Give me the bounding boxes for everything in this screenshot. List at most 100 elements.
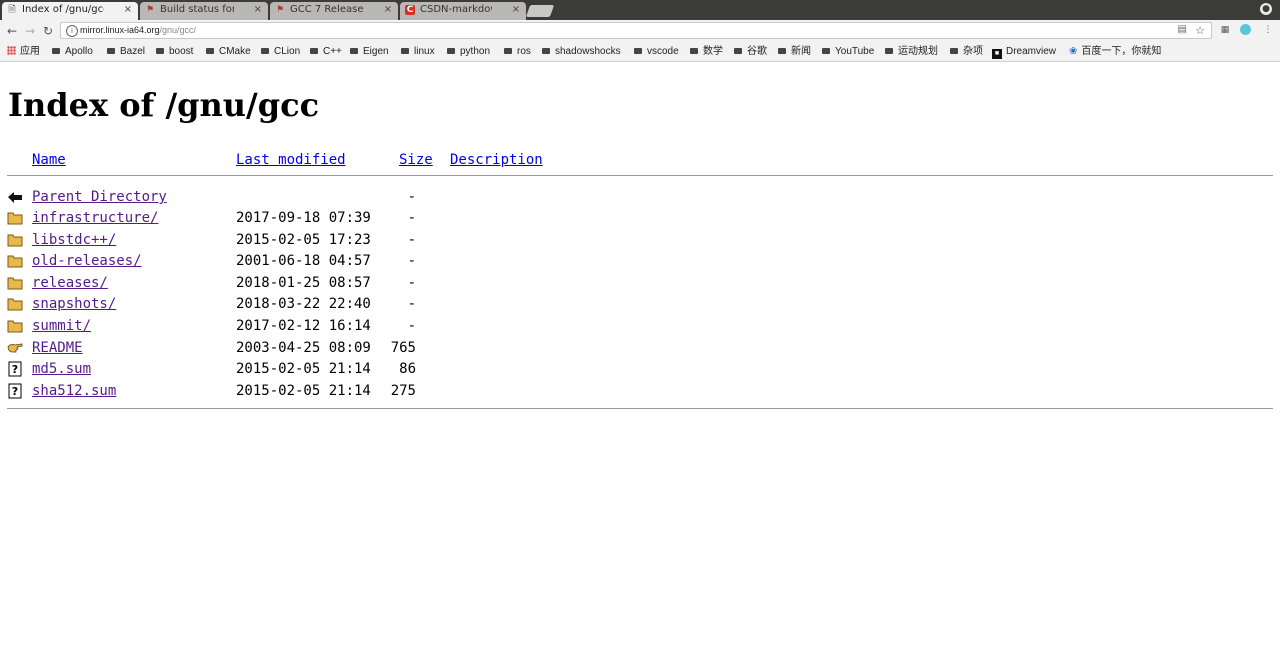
entry-link[interactable]: releases/	[32, 273, 108, 294]
entry-link[interactable]: sha512.sum	[32, 381, 116, 402]
back-icon[interactable]: ←	[4, 23, 20, 39]
tab-index[interactable]: 🗎 Index of /gnu/gcc ×	[2, 2, 138, 20]
folder-icon	[542, 48, 550, 54]
tab-title: Index of /gnu/gcc	[22, 4, 104, 15]
bookmark-boost[interactable]: boost	[156, 45, 193, 58]
profile-icon[interactable]: ●	[1260, 3, 1272, 15]
last-modified: 2001-06-18 04:57	[236, 253, 371, 269]
last-modified: 2018-01-25 08:57	[236, 275, 371, 291]
menu-icon[interactable]: ⋮	[1262, 24, 1274, 36]
bookmark-ros[interactable]: ros	[504, 45, 531, 58]
translate-icon[interactable]: ▤	[1178, 24, 1187, 35]
bookmark-math[interactable]: 数学	[690, 45, 723, 58]
tab-gcc7[interactable]: ⚑ GCC 7 Release Serie ×	[270, 2, 398, 20]
bookmark-apollo[interactable]: Apollo	[52, 45, 93, 58]
bookmark-eigen[interactable]: Eigen	[350, 45, 389, 58]
sort-by-description-link[interactable]: Description	[450, 152, 543, 168]
entry-link[interactable]: README	[32, 338, 83, 359]
entry-link[interactable]: infrastructure/	[32, 208, 158, 229]
gnu-icon: ⚑	[145, 5, 155, 15]
bookmark-bazel[interactable]: Bazel	[107, 45, 145, 58]
new-tab-button[interactable]	[525, 5, 555, 17]
close-icon[interactable]: ×	[512, 2, 520, 18]
close-icon[interactable]: ×	[124, 2, 132, 18]
last-modified: 2018-03-22 22:40	[236, 296, 371, 312]
folder-icon	[310, 48, 318, 54]
bookmark-cmake[interactable]: CMake	[206, 45, 251, 58]
gnu-icon: ⚑	[275, 5, 285, 15]
tab-build-status[interactable]: ⚑ Build status for GC ×	[140, 2, 268, 20]
sort-by-size-link[interactable]: Size	[399, 152, 433, 168]
tab-strip: 🗎 Index of /gnu/gcc × ⚑ Build status for…	[0, 0, 1280, 20]
file-size: 86	[399, 361, 416, 377]
tab-csdn[interactable]: C CSDN-markdown编 ×	[400, 2, 526, 20]
list-item: Parent Directory -	[7, 187, 1273, 208]
file-size: 275	[390, 383, 416, 399]
file-size: -	[407, 210, 416, 226]
bookmark-linux[interactable]: linux	[401, 45, 435, 58]
close-icon[interactable]: ×	[384, 2, 392, 18]
unknown-file-icon: ?	[8, 383, 22, 399]
close-icon[interactable]: ×	[254, 2, 262, 18]
tab-title: CSDN-markdown编	[420, 4, 492, 15]
list-item: releases/ 2018-01-25 08:57 -	[7, 273, 1273, 294]
divider-bottom	[7, 408, 1273, 409]
entry-link[interactable]: old-releases/	[32, 251, 142, 272]
svg-text:?: ?	[12, 363, 18, 376]
entry-link[interactable]: snapshots/	[32, 294, 116, 315]
folder-icon	[822, 48, 830, 54]
sort-by-name-link[interactable]: Name	[32, 152, 66, 168]
unknown-file-icon: ?	[8, 361, 22, 377]
file-size: -	[407, 232, 416, 248]
bookmark-shadowshocks[interactable]: shadowshocks	[542, 45, 621, 58]
bookmark-clion[interactable]: CLion	[261, 45, 300, 58]
entry-link[interactable]: md5.sum	[32, 359, 91, 380]
folder-icon	[634, 48, 642, 54]
file-size: -	[407, 189, 416, 205]
bookmark-vscode[interactable]: vscode	[634, 45, 679, 58]
list-item: summit/ 2017-02-12 16:14 -	[7, 316, 1273, 337]
address-bar[interactable]: i mirror.linux-ia64.org/gnu/gcc/ ▤ ☆	[60, 22, 1212, 39]
bookmark-misc[interactable]: 杂项	[950, 45, 983, 58]
last-modified: 2003-04-25 08:09	[236, 340, 371, 356]
file-size: -	[407, 253, 416, 269]
folder-icon	[7, 320, 23, 333]
last-modified: 2015-02-05 21:14	[236, 361, 371, 377]
extension-circle-icon[interactable]	[1240, 24, 1251, 35]
list-item: old-releases/ 2001-06-18 04:57 -	[7, 251, 1273, 272]
bookmark-cpp[interactable]: C++	[310, 45, 342, 58]
last-modified: 2015-02-05 21:14	[236, 383, 371, 399]
list-item: libstdc++/ 2015-02-05 17:23 -	[7, 230, 1273, 251]
bookmark-news[interactable]: 新闻	[778, 45, 811, 58]
reload-icon[interactable]: ↻	[40, 23, 56, 39]
entry-link[interactable]: libstdc++/	[32, 230, 116, 251]
folder-icon	[261, 48, 269, 54]
star-icon[interactable]: ☆	[1195, 23, 1205, 38]
entry-link[interactable]: summit/	[32, 316, 91, 337]
folder-icon	[52, 48, 60, 54]
folder-icon	[7, 277, 23, 290]
bookmark-baidu[interactable]: ❀ 百度一下，你就知	[1069, 45, 1161, 58]
bookmarks-bar: 应用 Apollo Bazel boost CMake CLion C++ Ei…	[0, 42, 1280, 62]
sort-by-last-modified-link[interactable]: Last modified	[236, 152, 346, 168]
folder-icon	[734, 48, 742, 54]
folder-icon	[156, 48, 164, 54]
listing-header: Name Last modified Size Description	[7, 150, 1273, 170]
toolbar: ← → ↻ i mirror.linux-ia64.org/gnu/gcc/ ▤…	[0, 20, 1280, 42]
bookmark-python[interactable]: python	[447, 45, 490, 58]
info-icon[interactable]: i	[66, 25, 78, 37]
list-item: README 2003-04-25 08:09 765	[7, 338, 1273, 359]
forward-icon[interactable]: →	[22, 23, 38, 39]
bookmark-dreamview[interactable]: ■ Dreamview	[992, 45, 1056, 59]
parent-directory-link[interactable]: Parent Directory	[32, 187, 167, 208]
bookmark-google[interactable]: 谷歌	[734, 45, 767, 58]
back-icon	[8, 192, 22, 203]
bookmark-apps[interactable]: 应用	[7, 45, 40, 58]
csdn-icon: C	[405, 5, 415, 15]
file-size: -	[407, 318, 416, 334]
bookmark-youtube[interactable]: YouTube	[822, 45, 874, 58]
bookmark-motion-planning[interactable]: 运动规划	[885, 45, 938, 58]
url-text: mirror.linux-ia64.org/gnu/gcc/	[80, 25, 197, 35]
extension-icon[interactable]: ▦	[1219, 24, 1231, 36]
page-icon: 🗎	[8, 5, 16, 15]
